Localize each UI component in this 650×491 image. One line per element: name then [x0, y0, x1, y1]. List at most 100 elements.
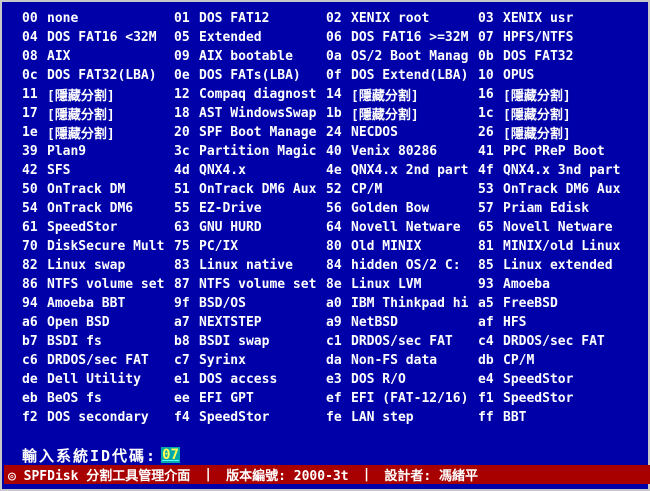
partition-type-entry[interactable]: c7 Syrinx: [174, 351, 326, 370]
partition-type-entry[interactable]: 93 Amoeba: [478, 275, 630, 294]
partition-type-entry[interactable]: da Non-FS data: [326, 351, 478, 370]
partition-type-entry[interactable]: 18 AST WindowsSwap: [174, 104, 326, 123]
partition-type-entry[interactable]: e1 DOS access: [174, 370, 326, 389]
partition-type-entry[interactable]: 8e Linux LVM: [326, 275, 478, 294]
partition-type-entry[interactable]: 53 OnTrack DM6 Aux: [478, 180, 630, 199]
partition-type-name: LAN step: [351, 410, 414, 425]
partition-type-entry[interactable]: 42 SFS: [22, 161, 174, 180]
partition-type-entry[interactable]: 87 NTFS volume set: [174, 275, 326, 294]
partition-type-entry[interactable]: 40 Venix 80286: [326, 142, 478, 161]
partition-type-entry[interactable]: 0b DOS FAT32: [478, 47, 630, 66]
partition-type-entry[interactable]: ee EFI GPT: [174, 389, 326, 408]
partition-type-entry[interactable]: 4d QNX4.x: [174, 161, 326, 180]
partition-type-entry[interactable]: 02 XENIX root: [326, 9, 478, 28]
partition-type-entry[interactable]: 0f DOS Extend(LBA): [326, 66, 478, 85]
partition-type-entry[interactable]: 81 MINIX/old Linux: [478, 237, 630, 256]
partition-type-entry[interactable]: 41 PPC PReP Boot: [478, 142, 630, 161]
partition-type-entry[interactable]: 03 XENIX usr: [478, 9, 630, 28]
partition-type-entry[interactable]: 26 [隱藏分割]: [478, 123, 630, 142]
partition-type-entry[interactable]: 57 Priam Edisk: [478, 199, 630, 218]
partition-type-entry[interactable]: 07 HPFS/NTFS: [478, 28, 630, 47]
partition-type-entry[interactable]: c1 DRDOS/sec FAT: [326, 332, 478, 351]
partition-type-entry[interactable]: ff BBT: [478, 408, 630, 427]
partition-type-entry[interactable]: 80 Old MINIX: [326, 237, 478, 256]
partition-type-entry[interactable]: c4 DRDOS/sec FAT: [478, 332, 630, 351]
partition-type-entry[interactable]: 94 Amoeba BBT: [22, 294, 174, 313]
partition-type-entry[interactable]: 50 OnTrack DM: [22, 180, 174, 199]
partition-type-entry[interactable]: 09 AIX bootable: [174, 47, 326, 66]
partition-type-entry[interactable]: 85 Linux extended: [478, 256, 630, 275]
partition-type-entry[interactable]: 05 Extended: [174, 28, 326, 47]
partition-type-entry[interactable]: de Dell Utility: [22, 370, 174, 389]
partition-type-code: 85: [478, 258, 494, 273]
partition-type-entry[interactable]: 63 GNU HURD: [174, 218, 326, 237]
partition-type-entry[interactable]: db CP/M: [478, 351, 630, 370]
partition-type-entry[interactable]: 11 [隱藏分割]: [22, 85, 174, 104]
partition-type-name: PPC PReP Boot: [503, 144, 605, 159]
partition-type-code: 02: [326, 11, 342, 26]
partition-type-entry[interactable]: 84 hidden OS/2 C:: [326, 256, 478, 275]
partition-type-entry[interactable]: 06 DOS FAT16 >=32M: [326, 28, 478, 47]
partition-type-entry[interactable]: 17 [隱藏分割]: [22, 104, 174, 123]
partition-type-entry[interactable]: 1c [隱藏分割]: [478, 104, 630, 123]
partition-type-entry[interactable]: f1 SpeedStor: [478, 389, 630, 408]
partition-type-entry[interactable]: f4 SpeedStor: [174, 408, 326, 427]
partition-type-entry[interactable]: af HFS: [478, 313, 630, 332]
partition-type-entry[interactable]: c6 DRDOS/sec FAT: [22, 351, 174, 370]
partition-type-entry[interactable]: 39 Plan9: [22, 142, 174, 161]
partition-type-entry[interactable]: 82 Linux swap: [22, 256, 174, 275]
partition-type-entry[interactable]: 0e DOS FATs(LBA): [174, 66, 326, 85]
partition-type-entry[interactable]: 0c DOS FAT32(LBA): [22, 66, 174, 85]
partition-type-entry[interactable]: a7 NEXTSTEP: [174, 313, 326, 332]
partition-type-entry[interactable]: 00 none: [22, 9, 174, 28]
partition-type-entry[interactable]: 24 NECDOS: [326, 123, 478, 142]
partition-type-code: c1: [326, 334, 342, 349]
partition-type-entry[interactable]: 4e QNX4.x 2nd part: [326, 161, 478, 180]
partition-type-entry[interactable]: 9f BSD/OS: [174, 294, 326, 313]
partition-type-entry[interactable]: ef EFI (FAT-12/16): [326, 389, 478, 408]
partition-type-entry[interactable]: 3c Partition Magic: [174, 142, 326, 161]
partition-type-entry[interactable]: 86 NTFS volume set: [22, 275, 174, 294]
partition-type-entry[interactable]: 70 DiskSecure Mult: [22, 237, 174, 256]
partition-type-entry[interactable]: a9 NetBSD: [326, 313, 478, 332]
partition-type-entry[interactable]: a6 Open BSD: [22, 313, 174, 332]
partition-type-entry[interactable]: 1b [隱藏分割]: [326, 104, 478, 123]
partition-type-entry[interactable]: 65 Novell Netware: [478, 218, 630, 237]
partition-type-name: OnTrack DM6 Aux: [199, 182, 317, 197]
partition-type-entry[interactable]: b7 BSDI fs: [22, 332, 174, 351]
partition-type-entry[interactable]: 1e [隱藏分割]: [22, 123, 174, 142]
partition-type-entry[interactable]: a5 FreeBSD: [478, 294, 630, 313]
partition-type-entry[interactable]: 75 PC/IX: [174, 237, 326, 256]
partition-type-entry[interactable]: 0a OS/2 Boot Manag: [326, 47, 478, 66]
partition-type-entry[interactable]: e3 DOS R/O: [326, 370, 478, 389]
partition-type-entry[interactable]: e4 SpeedStor: [478, 370, 630, 389]
partition-type-entry[interactable]: 16 [隱藏分割]: [478, 85, 630, 104]
partition-type-name: Linux swap: [47, 258, 126, 273]
partition-type-entry[interactable]: 54 OnTrack DM6: [22, 199, 174, 218]
partition-type-entry[interactable]: 01 DOS FAT12: [174, 9, 326, 28]
partition-type-entry[interactable]: 83 Linux native: [174, 256, 326, 275]
partition-type-entry[interactable]: 51 OnTrack DM6 Aux: [174, 180, 326, 199]
partition-type-entry[interactable]: a0 IBM Thinkpad hi: [326, 294, 478, 313]
partition-type-entry[interactable]: 20 SPF Boot Manage: [174, 123, 326, 142]
partition-type-entry[interactable]: f2 DOS secondary: [22, 408, 174, 427]
partition-type-entry[interactable]: 64 Novell Netware: [326, 218, 478, 237]
partition-type-entry[interactable]: fe LAN step: [326, 408, 478, 427]
partition-type-entry[interactable]: 4f QNX4.x 3nd part: [478, 161, 630, 180]
system-id-input[interactable]: 07: [161, 447, 180, 463]
partition-type-code: 81: [478, 239, 494, 254]
partition-type-entry[interactable]: 56 Golden Bow: [326, 199, 478, 218]
partition-type-name: QNX4.x 3nd part: [503, 163, 621, 178]
partition-type-entry[interactable]: 08 AIX: [22, 47, 174, 66]
partition-type-entry[interactable]: 55 EZ-Drive: [174, 199, 326, 218]
partition-type-entry[interactable]: eb BeOS fs: [22, 389, 174, 408]
partition-type-entry[interactable]: 61 SpeedStor: [22, 218, 174, 237]
partition-type-code: ff: [478, 410, 494, 425]
partition-type-entry[interactable]: 12 Compaq diagnost: [174, 85, 326, 104]
partition-type-name: FreeBSD: [503, 296, 558, 311]
partition-type-entry[interactable]: 10 OPUS: [478, 66, 630, 85]
partition-type-entry[interactable]: 14 [隱藏分割]: [326, 85, 478, 104]
partition-type-entry[interactable]: 04 DOS FAT16 <32M: [22, 28, 174, 47]
partition-type-entry[interactable]: b8 BSDI swap: [174, 332, 326, 351]
partition-type-entry[interactable]: 52 CP/M: [326, 180, 478, 199]
